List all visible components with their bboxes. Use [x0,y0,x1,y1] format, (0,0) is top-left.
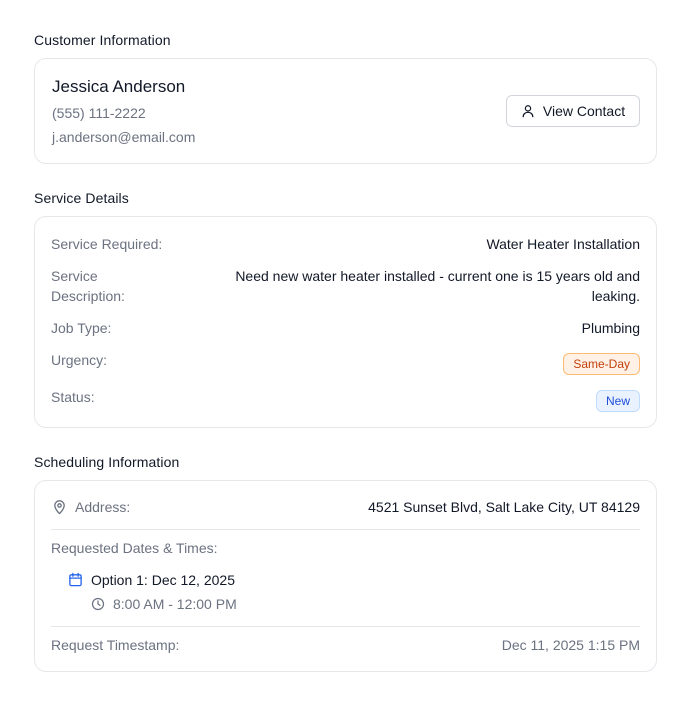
scheduling-card: Address: 4521 Sunset Blvd, Salt Lake Cit… [34,480,657,672]
user-icon [521,104,535,118]
view-contact-button[interactable]: View Contact [506,95,640,127]
status-label: Status: [51,389,95,405]
customer-section-title: Customer Information [34,32,171,48]
service-card: Service Required: Water Heater Installat… [34,216,657,428]
address-label: Address: [75,499,131,515]
service-description-value-line1: Need new water heater installed - curren… [235,268,640,284]
customer-email: j.anderson@email.com [52,129,196,145]
divider [51,626,640,627]
urgency-badge: Same-Day [563,353,640,375]
request-timestamp-value: Dec 11, 2025 1:15 PM [501,637,640,653]
request-timestamp-label: Request Timestamp: [51,637,180,653]
customer-card: Jessica Anderson (555) 111-2222 j.anders… [34,58,657,164]
service-section-title: Service Details [34,190,129,206]
view-contact-label: View Contact [542,103,626,119]
service-description-value-line2: leaking. [591,288,640,304]
service-description-label-line1: Service [51,268,98,284]
customer-name: Jessica Anderson [52,77,186,96]
job-type-label: Job Type: [51,320,112,336]
scheduling-section-title: Scheduling Information [34,454,180,470]
address-value: 4521 Sunset Blvd, Salt Lake City, UT 841… [368,499,640,515]
calendar-icon [68,572,83,592]
schedule-option-time: 8:00 AM - 12:00 PM [113,596,237,612]
map-pin-icon [52,499,67,520]
clock-icon [91,597,105,616]
job-type-value: Plumbing [581,320,640,336]
status-badge: New [595,390,640,412]
service-required-label: Service Required: [51,236,163,252]
service-description-label-line2: Description: [51,288,125,304]
requested-dates-label: Requested Dates & Times: [51,540,218,556]
customer-phone: (555) 111-2222 [52,105,146,121]
schedule-option-label: Option 1: Dec 12, 2025 [91,572,235,588]
service-required-value: Water Heater Installation [486,236,640,252]
urgency-label: Urgency: [51,352,108,368]
divider [51,529,640,530]
